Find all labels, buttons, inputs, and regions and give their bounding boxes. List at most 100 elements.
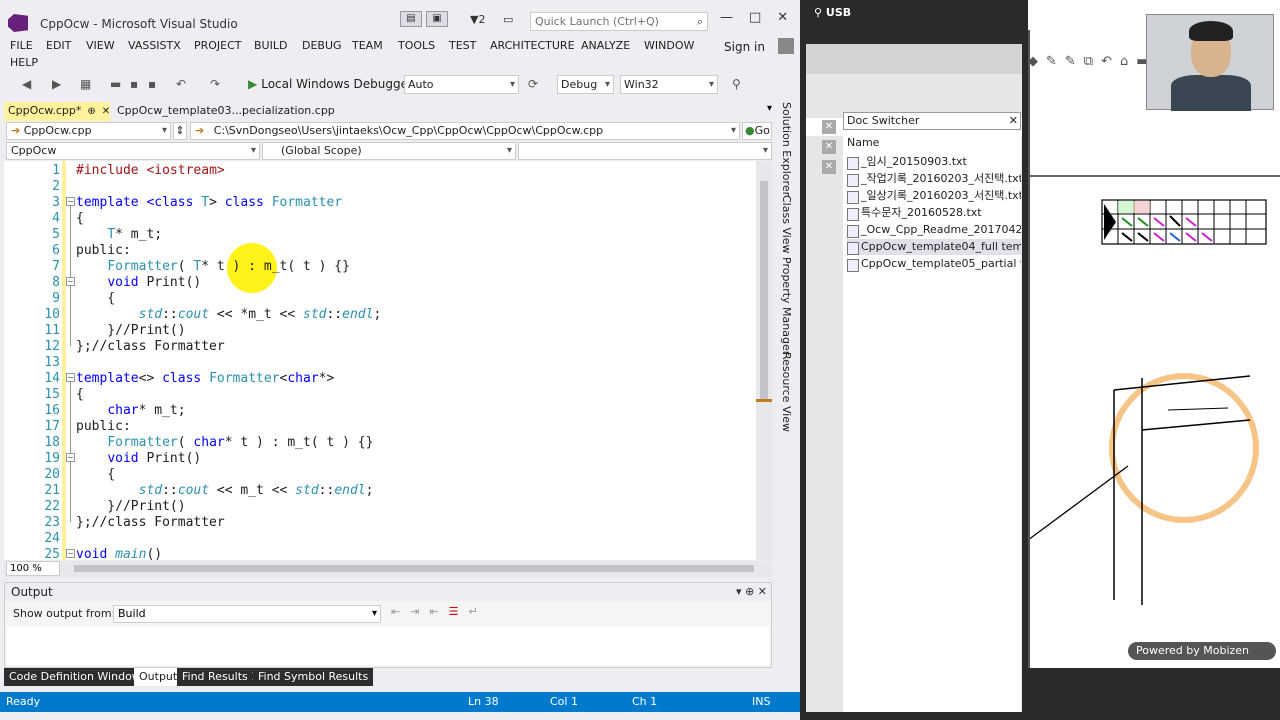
- menu-window[interactable]: WINDOW: [644, 39, 694, 52]
- close-button[interactable]: ✕: [777, 10, 788, 25]
- undo-icon[interactable]: ↶: [176, 77, 186, 91]
- list-item[interactable]: CppOcw_template04_full templ...: [847, 239, 1021, 255]
- zoom-select[interactable]: 100 %: [6, 561, 60, 576]
- tab-resource-view[interactable]: Resource View: [780, 352, 793, 432]
- close-icon[interactable]: ✕: [822, 160, 836, 174]
- project-select[interactable]: CppOcw ▾: [6, 142, 260, 160]
- redo-icon[interactable]: ↷: [210, 77, 220, 91]
- tab-cppocw[interactable]: CppOcw.cpp* ⊕ ✕: [4, 102, 110, 121]
- fold-toggle[interactable]: −: [66, 373, 75, 382]
- output-window-controls[interactable]: ▾ ⊕ ✕: [736, 583, 767, 601]
- status-col: Col 1: [550, 695, 578, 708]
- output-source-select[interactable]: Build: [113, 605, 381, 623]
- save-icon[interactable]: ▪: [130, 77, 138, 91]
- back-icon[interactable]: ◀: [22, 77, 31, 91]
- code-token: std: [295, 483, 319, 498]
- go-button[interactable]: ●Go: [742, 122, 772, 140]
- menu-analyze[interactable]: ANALYZE: [581, 39, 630, 52]
- pin-icon[interactable]: ⊕: [87, 106, 95, 117]
- file-nav-select[interactable]: ➔ CppOcw.cpp ▾: [6, 122, 171, 140]
- feedback-icon[interactable]: ▭: [503, 13, 513, 26]
- menu-build[interactable]: BUILD: [254, 39, 287, 52]
- code-line: public:: [76, 243, 131, 258]
- menu-help[interactable]: HELP: [10, 56, 38, 69]
- list-item[interactable]: _일상기록_20160203_서진택.txt: [847, 188, 1021, 204]
- notifications[interactable]: ▼2 ▭: [470, 13, 513, 26]
- close-icon[interactable]: ✕: [1009, 113, 1018, 129]
- quick-launch-input[interactable]: Quick Launch (Ctrl+Q) ⌕: [530, 12, 708, 31]
- list-item[interactable]: 특수문자_20160528.txt: [847, 205, 1021, 221]
- solution-config-select[interactable]: Auto: [404, 75, 519, 94]
- menu-test[interactable]: TEST: [449, 39, 476, 52]
- menu-team[interactable]: TEAM: [352, 39, 383, 52]
- maximize-button[interactable]: □: [749, 10, 761, 25]
- whiteboard-toolbar[interactable]: ◆✎✎⧉↶⌂▬: [1028, 54, 1157, 69]
- horizontal-scrollbar[interactable]: 100 %: [4, 561, 772, 577]
- splitter-icon[interactable]: ⇕: [173, 122, 187, 140]
- list-item[interactable]: _Ocw_Cpp_Readme_20170426_...: [847, 222, 1021, 238]
- menu-tools[interactable]: TOOLS: [398, 39, 435, 52]
- fold-toggle[interactable]: −: [66, 549, 75, 558]
- code-editor[interactable]: 1 2 3 4 5 6 7 8 9 10 11 12 13 14 15 16 17 18 19 20 21 22 23 24 2…: [4, 161, 772, 560]
- platform-select[interactable]: Win32: [620, 75, 718, 94]
- menu-file[interactable]: FILE: [10, 39, 33, 52]
- tab-class-view[interactable]: Class View: [780, 195, 793, 254]
- close-icon[interactable]: ✕: [822, 120, 836, 134]
- arrow-icon: ➔: [11, 124, 24, 137]
- tab-solution-explorer[interactable]: Solution Explorer: [780, 102, 793, 196]
- vertical-scrollbar[interactable]: [756, 161, 772, 560]
- hscroll-thumb[interactable]: [74, 565, 754, 572]
- menu-architecture[interactable]: ARCHITECTURE: [490, 39, 575, 52]
- tab-output[interactable]: Output: [134, 668, 183, 686]
- menu-bar: FILE EDIT VIEW VASSISTX PROJECT BUILD DE…: [0, 36, 800, 72]
- menu-edit[interactable]: EDIT: [46, 39, 71, 52]
- list-item[interactable]: _작업기록_20160203_서진택.txt: [847, 171, 1021, 187]
- menu-view[interactable]: VIEW: [86, 39, 115, 52]
- refresh-icon[interactable]: ⟳: [528, 77, 538, 91]
- code-line: template <class T> class Formatter: [76, 195, 342, 211]
- account-avatar[interactable]: [778, 38, 794, 54]
- path-nav-select[interactable]: ➔ C:\SvnDongseo\Users\jintaeks\Ocw_Cpp\C…: [190, 122, 740, 140]
- output-text-area[interactable]: [7, 627, 769, 665]
- tab-property-manager[interactable]: Property Manager: [780, 257, 793, 355]
- new-project-icon[interactable]: ▦: [80, 77, 91, 91]
- tab-template03[interactable]: CppOcw_template03...pecialization.cpp: [117, 102, 335, 120]
- clear-all-icon[interactable]: ☰: [449, 605, 469, 618]
- fold-toggle[interactable]: −: [66, 277, 75, 286]
- close-tab-icon[interactable]: ✕: [102, 106, 110, 117]
- scroll-thumb[interactable]: [760, 181, 768, 401]
- sign-in-link[interactable]: Sign in: [724, 40, 765, 54]
- menu-project[interactable]: PROJECT: [194, 39, 242, 52]
- column-header-name[interactable]: Name: [847, 136, 879, 149]
- fold-toggle[interactable]: −: [66, 197, 75, 206]
- output-toolbar-icons[interactable]: ⇤⇥⇤☰↵: [391, 605, 488, 618]
- tab-find-results[interactable]: Find Results 1: [177, 668, 264, 686]
- menu-debug[interactable]: DEBUG: [302, 39, 342, 52]
- code-token: class: [162, 371, 210, 386]
- tab-overflow-icon[interactable]: ▾: [767, 103, 772, 114]
- forward-icon[interactable]: ▶: [52, 77, 61, 91]
- menu-vassistx[interactable]: VASSISTX: [128, 39, 181, 52]
- list-item[interactable]: _임시_20150903.txt: [847, 154, 1021, 170]
- save-all-icon[interactable]: ▪: [148, 77, 156, 91]
- list-item[interactable]: CppOcw_template05_partial te...: [847, 256, 1021, 272]
- build-config-select[interactable]: Debug: [557, 75, 614, 94]
- code-token: * m_t;: [138, 403, 186, 418]
- fold-toggle[interactable]: −: [66, 453, 75, 462]
- background-window-toolbar: [806, 44, 1022, 74]
- start-debugging-button[interactable]: ▶Local Windows Debugger ▾: [248, 77, 423, 91]
- code-token: <>: [138, 371, 163, 386]
- line-number: 19: [44, 451, 60, 466]
- minimize-button[interactable]: —: [720, 10, 733, 25]
- tab-find-symbol[interactable]: Find Symbol Results: [253, 668, 374, 686]
- close-icon[interactable]: ✕: [822, 140, 836, 154]
- member-select[interactable]: ▾: [518, 142, 772, 160]
- layout-icon[interactable]: ▤: [400, 11, 422, 27]
- output-panel: Output ▾ ⊕ ✕ Show output from: Build ⇤⇥⇤☰…: [4, 582, 772, 668]
- scope-select[interactable]: (Global Scope) ▾: [262, 142, 516, 160]
- open-icon[interactable]: ▬: [110, 77, 121, 91]
- layout2-icon[interactable]: ▣: [426, 11, 448, 27]
- tab-code-definition[interactable]: Code Definition Window: [4, 668, 146, 686]
- code-line: }//Print(): [76, 499, 186, 514]
- find-icon[interactable]: ⚲: [732, 77, 741, 91]
